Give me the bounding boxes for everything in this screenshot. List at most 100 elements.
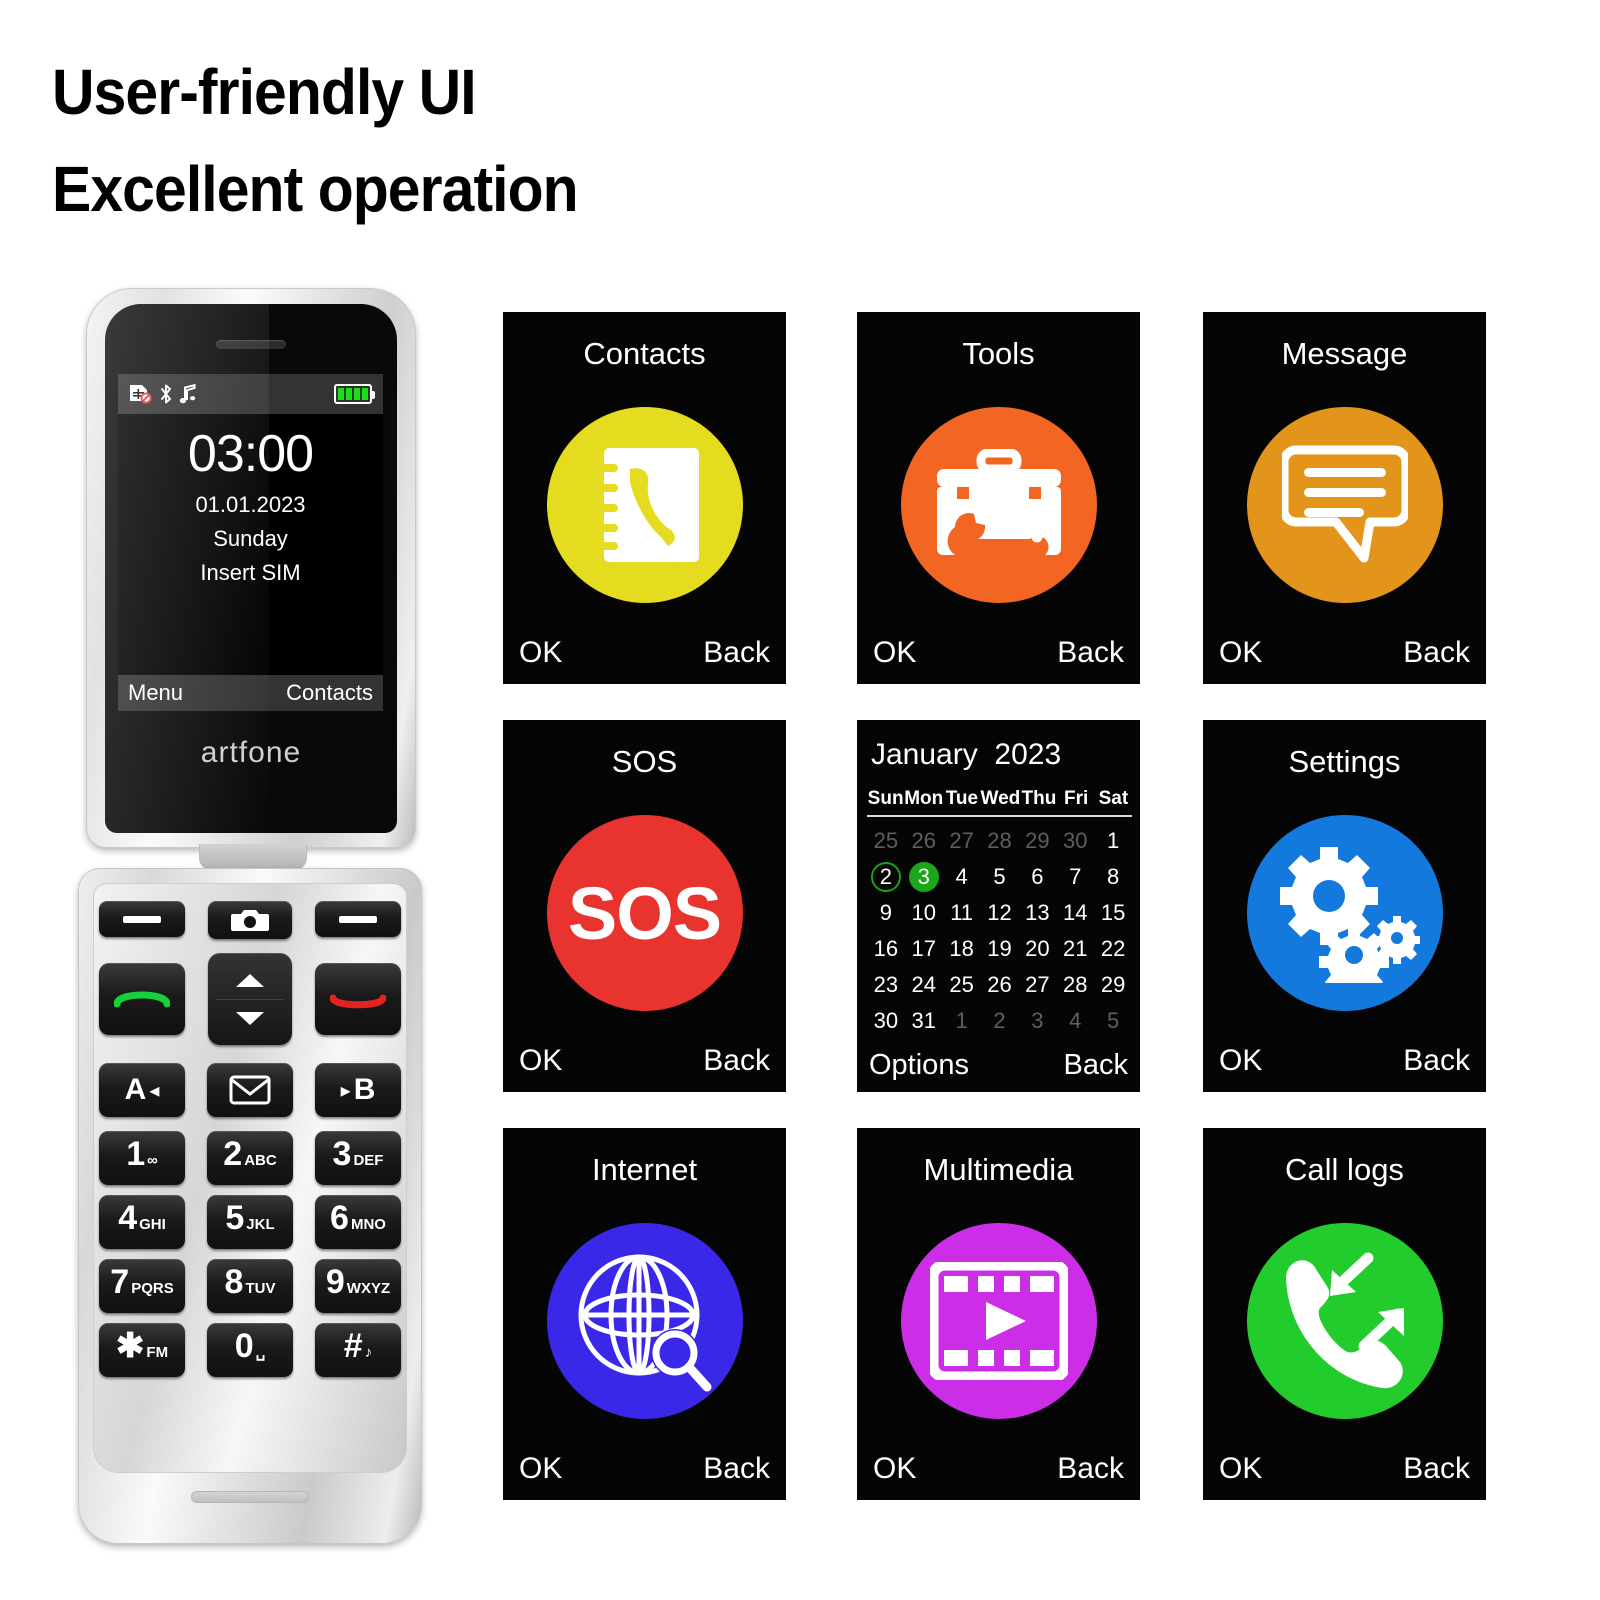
softkey-options[interactable]: Options — [869, 1049, 969, 1082]
nav-updown-key[interactable] — [208, 953, 292, 1045]
key-9[interactable]: 9 WXYZ — [315, 1259, 401, 1313]
lcd-softkey-menu[interactable]: Menu — [128, 680, 183, 706]
tile-sos[interactable]: SOS SOS OK Back — [503, 720, 786, 1092]
calendar-day-cell[interactable]: 11 — [943, 896, 981, 930]
key-0[interactable]: 0 ␣ — [207, 1323, 293, 1377]
calendar-day-cell[interactable]: 5 — [1094, 1004, 1132, 1038]
calendar-day-cell[interactable]: 4 — [1056, 1004, 1094, 1038]
call-end-key[interactable] — [315, 963, 401, 1035]
calendar-day-cell[interactable]: 9 — [867, 896, 905, 930]
speed-dial-a-key[interactable]: A ◂ — [99, 1063, 185, 1117]
calendar-day-cell[interactable]: 8 — [1094, 860, 1132, 894]
calendar-day-cell[interactable]: 27 — [1018, 968, 1056, 1002]
tile-calendar[interactable]: January 2023 Sun Mon Tue Wed Thu Fri Sat 25 26 2… — [857, 720, 1140, 1092]
music-note-icon — [179, 383, 196, 404]
key-6[interactable]: 6 MNO — [315, 1195, 401, 1249]
calendar-day-cell[interactable]: 27 — [943, 824, 981, 858]
calendar-day-cell[interactable]: 28 — [1056, 968, 1094, 1002]
lcd-softkey-bar: Menu Contacts — [118, 675, 383, 711]
calendar-day-cell[interactable]: 29 — [1094, 968, 1132, 1002]
softkey-back[interactable]: Back — [1057, 636, 1124, 670]
calendar-day-cell[interactable]: 21 — [1056, 932, 1094, 966]
calendar-day-cell[interactable]: 15 — [1094, 896, 1132, 930]
softkey-back[interactable]: Back — [1057, 1452, 1124, 1486]
calendar-day-cell[interactable]: 16 — [867, 932, 905, 966]
softkey-ok[interactable]: OK — [1219, 1044, 1262, 1078]
softkey-ok[interactable]: OK — [519, 636, 562, 670]
speed-dial-b-key[interactable]: ▸ B — [315, 1063, 401, 1117]
softkey-back[interactable]: Back — [1403, 1452, 1470, 1486]
tile-multimedia[interactable]: Multimedia OK Back — [857, 1128, 1140, 1500]
soft-left-key[interactable] — [99, 901, 185, 937]
calendar-day-cell[interactable]: 23 — [867, 968, 905, 1002]
calendar-day-cell[interactable]: 18 — [943, 932, 981, 966]
calendar-day-cell[interactable]: 29 — [1018, 824, 1056, 858]
calendar-day-cell[interactable]: 22 — [1094, 932, 1132, 966]
softkey-back[interactable]: Back — [1403, 1044, 1470, 1078]
tile-message[interactable]: Message OK Back — [1203, 312, 1486, 684]
calendar-day-cell[interactable]: 14 — [1056, 896, 1094, 930]
tile-contacts[interactable]: Contacts OK Back — [503, 312, 786, 684]
calendar-day-cell[interactable]: 4 — [943, 860, 981, 894]
calendar-day-cell[interactable]: 7 — [1056, 860, 1094, 894]
calendar-day-cell[interactable]: 24 — [905, 968, 943, 1002]
softkey-back[interactable]: Back — [1064, 1049, 1128, 1082]
key-star[interactable]: ✱ FM — [99, 1323, 185, 1377]
calendar-day-cell[interactable]: 3 — [1018, 1004, 1056, 1038]
calendar-day-cell[interactable]: 10 — [905, 896, 943, 930]
key-2[interactable]: 2 ABC — [207, 1131, 293, 1185]
call-answer-key[interactable] — [99, 963, 185, 1035]
calendar-day-cell[interactable]: 2 — [867, 860, 905, 894]
calendar-dow-fri: Fri — [1063, 788, 1089, 809]
tile-internet[interactable]: Internet OK Back — [503, 1128, 786, 1500]
softkey-ok[interactable]: OK — [519, 1452, 562, 1486]
key-7[interactable]: 7 PQRS — [99, 1259, 185, 1313]
calendar-day-cell[interactable]: 5 — [981, 860, 1019, 894]
tile-tools[interactable]: Tools OK Back — [857, 312, 1140, 684]
softkey-back[interactable]: Back — [1403, 636, 1470, 670]
calendar-day-cell[interactable]: 6 — [1018, 860, 1056, 894]
calendar-day-cell[interactable]: 25 — [943, 968, 981, 1002]
calendar-day-cell[interactable]: 30 — [867, 1004, 905, 1038]
message-key[interactable] — [207, 1063, 293, 1117]
calendar-day-cell[interactable]: 12 — [981, 896, 1019, 930]
calendar-day-cell[interactable]: 3 — [905, 860, 943, 894]
calendar-day-cell[interactable]: 26 — [905, 824, 943, 858]
lcd-softkey-contacts[interactable]: Contacts — [286, 680, 373, 706]
camera-key[interactable] — [208, 901, 292, 939]
calendar-day-cell[interactable]: 30 — [1056, 824, 1094, 858]
key-1[interactable]: 1 ∞ — [99, 1131, 185, 1185]
calendar-day-cell[interactable]: 31 — [905, 1004, 943, 1038]
softkey-ok[interactable]: OK — [873, 636, 916, 670]
lcd-clock: 03:00 — [187, 425, 314, 483]
soft-right-key[interactable] — [315, 901, 401, 937]
calendar-day-cell[interactable]: 1 — [943, 1004, 981, 1038]
calendar-day-cell[interactable]: 13 — [1018, 896, 1056, 930]
tile-settings[interactable]: Settings OK Back — [1203, 720, 1486, 1092]
softkey-ok[interactable]: OK — [873, 1452, 916, 1486]
softkey-ok[interactable]: OK — [1219, 1452, 1262, 1486]
phone-front-glass: 03:00 01.01.2023 Sunday Insert SIM Menu … — [105, 304, 397, 833]
calendar-day-cell[interactable]: 17 — [905, 932, 943, 966]
key-hash-sub: ♪ — [364, 1344, 373, 1361]
calendar-day-cell[interactable]: 25 — [867, 824, 905, 858]
calendar-day-cell[interactable]: 26 — [981, 968, 1019, 1002]
calendar-day-cell[interactable]: 19 — [981, 932, 1019, 966]
softkey-back[interactable]: Back — [703, 1452, 770, 1486]
calendar-day-cell[interactable]: 28 — [981, 824, 1019, 858]
key-4[interactable]: 4 GHI — [99, 1195, 185, 1249]
chevron-down-icon — [236, 1011, 264, 1025]
softkey-back[interactable]: Back — [703, 1044, 770, 1078]
calendar-day-grid[interactable]: 25 26 27 28 29 30 1 2 3 4 5 6 7 8 9 10 11 12 13 14 15 16 17 18 1… — [867, 824, 1132, 1038]
calendar-day-cell[interactable]: 1 — [1094, 824, 1132, 858]
calendar-day-cell[interactable]: 20 — [1018, 932, 1056, 966]
softkey-back[interactable]: Back — [703, 636, 770, 670]
softkey-ok[interactable]: OK — [1219, 636, 1262, 670]
key-3[interactable]: 3 DEF — [315, 1131, 401, 1185]
key-hash[interactable]: # ♪ — [315, 1323, 401, 1377]
key-5[interactable]: 5 JKL — [207, 1195, 293, 1249]
key-8[interactable]: 8 TUV — [207, 1259, 293, 1313]
calendar-day-cell[interactable]: 2 — [981, 1004, 1019, 1038]
tile-call-logs[interactable]: Call logs OK Back — [1203, 1128, 1486, 1500]
softkey-ok[interactable]: OK — [519, 1044, 562, 1078]
